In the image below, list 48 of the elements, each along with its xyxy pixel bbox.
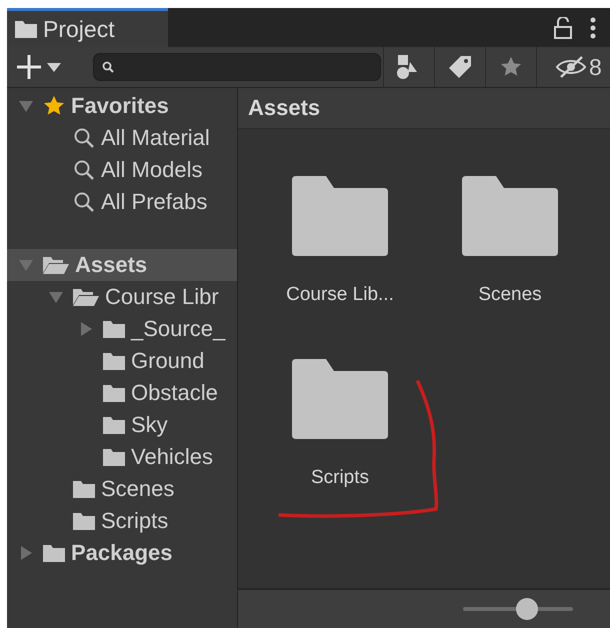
tag-icon	[448, 55, 472, 79]
asset-label[interactable]: Scripts	[310, 467, 370, 489]
eye-slash-icon	[555, 55, 587, 79]
project-tab[interactable]: Project	[7, 8, 168, 47]
plus-icon	[17, 55, 41, 79]
folder-icon	[73, 512, 95, 530]
slider-thumb[interactable]	[516, 598, 538, 620]
tree-item[interactable]: All Material	[7, 122, 237, 154]
tree-item[interactable]: Assets	[7, 249, 237, 281]
tree-item[interactable]: Vehicles	[7, 441, 237, 473]
folder-icon[interactable]	[292, 359, 388, 439]
asset-label[interactable]: Course Lib...	[286, 284, 394, 306]
tree-item[interactable]: Scripts	[7, 505, 237, 537]
open-folder-icon	[43, 256, 69, 274]
hidden-packages-button[interactable]: 8	[536, 47, 608, 87]
folder-icon	[103, 320, 125, 338]
folder-icon	[15, 20, 37, 38]
tree-item[interactable]: Favorites	[7, 90, 237, 122]
tree-item[interactable]: Ground	[7, 345, 237, 377]
tree-item[interactable]: Course Libr	[7, 281, 237, 313]
tree-item[interactable]: Scenes	[7, 473, 237, 505]
open-folder-icon	[73, 288, 99, 306]
tree-item[interactable]: Obstacle	[7, 377, 237, 409]
search-field[interactable]	[93, 53, 381, 81]
tree-item[interactable]: _Source_	[7, 313, 237, 345]
tree-item[interactable]: Packages	[7, 537, 237, 569]
folder-icon	[103, 448, 125, 466]
folder-icon	[103, 384, 125, 402]
folder-icon	[103, 416, 125, 434]
caret-icon	[47, 62, 61, 72]
star-icon	[500, 56, 522, 78]
folder-icon	[73, 480, 95, 498]
tree-item[interactable]: All Prefabs	[7, 186, 237, 218]
tree-item[interactable]: Sky	[7, 409, 237, 441]
star-icon	[43, 95, 65, 117]
lock-icon[interactable]	[554, 16, 572, 38]
folder-icon[interactable]	[292, 176, 388, 256]
search-icon	[102, 61, 114, 73]
search-icon	[73, 191, 95, 213]
search-icon	[73, 127, 95, 149]
asset-label[interactable]: Scenes	[478, 284, 542, 306]
folder-icon	[103, 352, 125, 370]
folder-icon	[43, 544, 65, 562]
folder-icon[interactable]	[462, 176, 558, 256]
tree-item[interactable]: All Models	[7, 154, 237, 186]
breadcrumb-title: Assets	[238, 88, 610, 129]
search-icon	[73, 159, 95, 181]
more-options-icon[interactable]	[590, 16, 596, 38]
